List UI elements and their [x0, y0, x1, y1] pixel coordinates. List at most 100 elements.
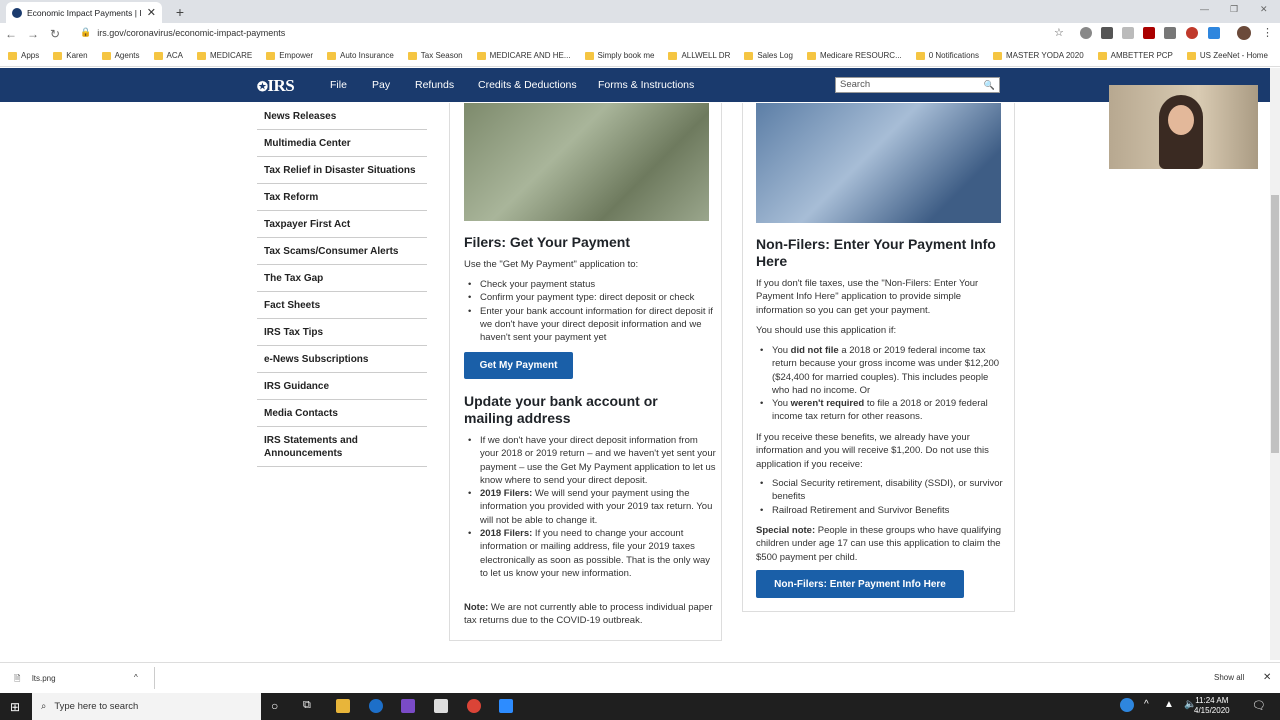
sidebar-item[interactable]: IRS Guidance: [257, 373, 427, 400]
extension-icon[interactable]: [1208, 27, 1220, 39]
minimize-icon[interactable]: —: [1200, 4, 1209, 14]
folder-icon: [806, 51, 816, 60]
network-icon[interactable]: ▲: [1164, 699, 1174, 710]
lock-icon: 🔒: [80, 27, 92, 37]
sidebar-item[interactable]: IRS Tax Tips: [257, 319, 427, 346]
folder-icon: [584, 51, 594, 60]
search-icon[interactable]: 🔍: [984, 80, 995, 91]
bookmark-item[interactable]: ACA: [153, 51, 183, 60]
sidebar-item[interactable]: Fact Sheets: [257, 292, 427, 319]
more-menu-icon[interactable]: ⋮: [1262, 26, 1273, 39]
update-bullets: If we don't have your direct deposit inf…: [464, 434, 716, 580]
bookmark-item[interactable]: Simply book me: [584, 51, 654, 60]
bookmark-item[interactable]: 0 Notifications: [915, 51, 979, 60]
irs-header: ✪IRS File Pay Refunds Credits & Deductio…: [0, 68, 1280, 102]
folder-icon: [153, 51, 163, 60]
app-icon[interactable]: [401, 699, 415, 713]
bookmark-item[interactable]: US ZeeNet - Home: [1186, 51, 1268, 60]
sidebar-item[interactable]: News Releases: [257, 103, 427, 130]
bookmark-item[interactable]: Karen: [53, 51, 88, 60]
notifications-icon[interactable]: 🗨: [1252, 699, 1266, 712]
menu-pay[interactable]: Pay: [372, 79, 390, 91]
browser-tab[interactable]: Economic Impact Payments | Inte ✕: [6, 2, 162, 23]
chevron-up-icon[interactable]: ^: [1144, 699, 1149, 710]
close-window-icon[interactable]: ✕: [1260, 4, 1268, 15]
sidebar-item[interactable]: e-News Subscriptions: [257, 346, 427, 373]
zoom-icon[interactable]: [499, 699, 513, 713]
address-bar[interactable]: 🔒 irs.gov/coronavirus/economic-impact-pa…: [80, 27, 285, 38]
close-tab-icon[interactable]: ✕: [147, 6, 156, 19]
extension-icon[interactable]: [1122, 27, 1134, 39]
sidebar-item[interactable]: Media Contacts: [257, 400, 427, 427]
menu-refunds[interactable]: Refunds: [415, 79, 454, 91]
sidebar-item[interactable]: Taxpayer First Act: [257, 211, 427, 238]
bookmark-item[interactable]: AMBETTER PCP: [1097, 51, 1173, 60]
back-icon[interactable]: ←: [0, 27, 22, 41]
chevron-up-icon[interactable]: ^: [134, 673, 138, 682]
menu-file[interactable]: File: [330, 79, 347, 91]
clock[interactable]: 11:24 AM 4/15/2020: [1194, 696, 1230, 716]
menu-forms-instructions[interactable]: Forms & Instructions: [598, 79, 694, 91]
calculator-icon[interactable]: [434, 699, 448, 713]
irs-logo[interactable]: ✪IRS: [257, 76, 295, 96]
sidebar-item[interactable]: Tax Scams/Consumer Alerts: [257, 238, 427, 265]
folder-icon: [266, 51, 276, 60]
extension-icon[interactable]: [1164, 27, 1176, 39]
nonfilers-intro: If you don't file taxes, use the "Non-Fi…: [756, 278, 979, 316]
extension-icon[interactable]: [1143, 27, 1155, 39]
bookmark-item[interactable]: ALLWELL DR: [668, 51, 730, 60]
sidebar-item[interactable]: Multimedia Center: [257, 130, 427, 157]
search-input[interactable]: Search 🔍: [835, 77, 1000, 93]
new-tab-icon[interactable]: +: [172, 4, 188, 20]
maximize-icon[interactable]: ❐: [1230, 4, 1238, 15]
bookmark-item[interactable]: MASTER YODA 2020: [992, 51, 1084, 60]
list-item: Check your payment status: [464, 278, 716, 292]
forward-icon[interactable]: →: [22, 27, 44, 41]
reload-icon[interactable]: ↻: [44, 27, 66, 41]
file-explorer-icon[interactable]: [336, 699, 350, 713]
edge-icon[interactable]: [369, 699, 383, 713]
bookmark-item[interactable]: Agents: [101, 51, 140, 60]
sidebar-item[interactable]: The Tax Gap: [257, 265, 427, 292]
close-icon[interactable]: ✕: [1263, 672, 1271, 683]
money-image: [464, 103, 709, 221]
bookmark-item[interactable]: MEDICARE AND HE...: [476, 51, 571, 60]
browser-tab-strip: Economic Impact Payments | Inte ✕ + — ❐ …: [0, 0, 1280, 23]
star-icon[interactable]: ☆: [1054, 26, 1064, 39]
bookmark-item[interactable]: Sales Log: [744, 51, 793, 60]
sidebar-item[interactable]: Tax Relief in Disaster Situations: [257, 157, 427, 184]
profile-avatar[interactable]: [1237, 26, 1251, 40]
bookmark-item[interactable]: Medicare RESOURC...: [806, 51, 902, 60]
help-icon[interactable]: [1120, 698, 1134, 712]
taskbar-search[interactable]: ⌕ Type here to search: [32, 693, 261, 720]
show-all-button[interactable]: Show all: [1214, 673, 1244, 682]
list-item: Enter your bank account information for …: [464, 305, 716, 345]
bookmark-item[interactable]: MEDICARE: [196, 51, 252, 60]
windows-start-icon[interactable]: ⊞: [10, 700, 20, 714]
url-text: irs.gov/coronavirus/economic-impact-paym…: [97, 27, 286, 38]
get-my-payment-button[interactable]: Get My Payment: [464, 352, 573, 379]
bookmark-item[interactable]: Apps: [8, 51, 39, 60]
task-view-icon[interactable]: ⧉: [303, 699, 311, 712]
sidebar-item[interactable]: IRS Statements and Announcements: [257, 427, 427, 467]
non-filers-button[interactable]: Non-Filers: Enter Payment Info Here: [756, 570, 964, 598]
bookmark-item[interactable]: Auto Insurance: [326, 51, 394, 60]
folder-icon: [1097, 51, 1107, 60]
filers-column: Filers: Get Your Payment Use the "Get My…: [449, 103, 722, 641]
menu-credits-deductions[interactable]: Credits & Deductions: [478, 79, 577, 91]
sidebar-item[interactable]: Tax Reform: [257, 184, 427, 211]
cortana-icon[interactable]: ○: [271, 699, 278, 713]
search-icon: ⌕: [41, 701, 47, 712]
folder-icon: [53, 51, 63, 60]
chrome-icon[interactable]: [467, 699, 481, 713]
nonfilers-column: Non-Filers: Enter Your Payment Info Here…: [742, 103, 1015, 612]
list-item: You did not file a 2018 or 2019 federal …: [756, 344, 1006, 397]
bookmark-item[interactable]: Tax Season: [407, 51, 463, 60]
download-file[interactable]: lts.png: [32, 674, 56, 683]
extension-icon[interactable]: [1186, 27, 1198, 39]
scrollbar-thumb[interactable]: [1271, 195, 1279, 453]
folder-icon: [1186, 51, 1196, 60]
extension-icon[interactable]: [1101, 27, 1113, 39]
bookmark-item[interactable]: Empower: [266, 51, 313, 60]
extension-icon[interactable]: [1080, 27, 1092, 39]
